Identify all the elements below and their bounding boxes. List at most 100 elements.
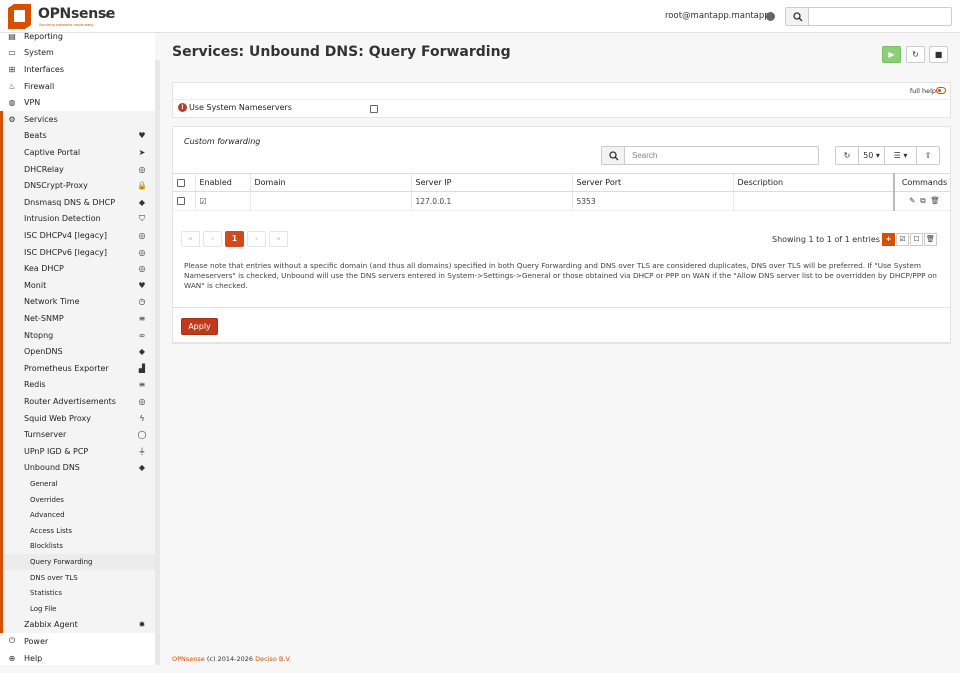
column-header: Commands: [893, 173, 950, 192]
target-icon: ◎: [138, 247, 146, 257]
sidebar-item-redis[interactable]: Redis ≡: [0, 376, 155, 394]
apply-button[interactable]: Apply: [181, 318, 218, 335]
column-header[interactable]: Description: [732, 173, 894, 192]
sidebar-item-upnp-igd-pcp[interactable]: UPnP IGD & PCP ⏚: [0, 443, 155, 460]
sidebar-item-access-lists[interactable]: Access Lists: [0, 523, 155, 539]
sidebar-item-general[interactable]: General: [0, 476, 155, 492]
sidebar-item-isc-dhcpv6-legacy[interactable]: ISC DHCPv6 [legacy] ◎: [0, 243, 155, 261]
enable-selected-icon[interactable]: ☑: [896, 233, 909, 246]
sidebar-item-query-forwarding[interactable]: Query Forwarding: [0, 554, 155, 570]
column-header[interactable]: Server Port: [571, 173, 733, 192]
refresh-icon[interactable]: ↻: [835, 146, 859, 165]
copy-icon[interactable]: ⧉: [920, 196, 925, 205]
column-header[interactable]: Domain: [249, 173, 411, 192]
sidebar-item-prometheus-exporter[interactable]: Prometheus Exporter ▟: [0, 360, 155, 377]
sidebar-item-ntopng[interactable]: Ntopng ∞: [0, 326, 155, 344]
use-system-nameservers-checkbox[interactable]: [370, 105, 378, 113]
restart-service-button[interactable]: ↻: [906, 46, 925, 63]
sidebar-item-zabbix-agent[interactable]: Zabbix Agent ✹: [0, 616, 155, 634]
sidebar-item-captive-portal[interactable]: Captive Portal ➤: [0, 144, 155, 161]
row-select-checkbox[interactable]: [177, 197, 185, 205]
sidebar-item-services[interactable]: Services ⚙: [0, 111, 155, 128]
sidebar-item-label: Network Time: [24, 297, 80, 307]
sidebar-item-power[interactable]: Power ⏻: [0, 633, 155, 650]
export-icon[interactable]: ⇪: [916, 146, 940, 165]
row-select-cell: [173, 191, 195, 211]
next-page-button[interactable]: ›: [247, 231, 266, 247]
sidebar-item-label: Advanced: [30, 511, 65, 520]
sidebar-item-vpn[interactable]: VPN ◍: [0, 94, 155, 111]
sidebar-item-unbound-dns[interactable]: Unbound DNS ◆: [0, 459, 155, 477]
server-port-cell: 5353: [571, 191, 733, 211]
heartbeat-icon: ♥: [138, 280, 146, 290]
search-icon[interactable]: [785, 7, 809, 26]
table-row[interactable]: ☑ 127.0.0.1 5353 ✎ ⧉ 🗑: [173, 191, 950, 211]
column-header[interactable]: Server IP: [410, 173, 572, 192]
sidebar-item-label: Captive Portal: [24, 147, 81, 157]
sidebar-item-network-time[interactable]: Network Time ◷: [0, 293, 155, 311]
prev-page-button[interactable]: ‹: [203, 231, 222, 247]
first-page-button[interactable]: «: [181, 231, 200, 247]
table-header-row: Enabled Domain Server IP Server Port Des…: [173, 173, 950, 192]
start-service-button[interactable]: ▶: [882, 46, 901, 63]
columns-dropdown[interactable]: ☰ ▾: [884, 146, 917, 165]
sidebar-item-beats[interactable]: Beats ♥: [0, 127, 155, 145]
disable-selected-icon[interactable]: ☐: [910, 233, 923, 246]
sidebar-item-firewall[interactable]: Firewall ♨: [0, 78, 155, 95]
sidebar-item-system[interactable]: System ▭: [0, 45, 155, 62]
sidebar-item-dnsmasq-dns-dhcp[interactable]: Dnsmasq DNS & DHCP ◆: [0, 194, 155, 211]
sidebar-item-router-advertisements[interactable]: Router Advertisements ◎: [0, 393, 155, 410]
sidebar-item-statistics[interactable]: Statistics: [0, 585, 155, 601]
full-help-toggle[interactable]: [936, 87, 946, 94]
sidebar-item-net-snmp[interactable]: Net-SNMP ≡: [0, 310, 155, 327]
sidebar-item-reporting[interactable]: Reporting ▤: [0, 33, 155, 45]
sidebar-item-squid-web-proxy[interactable]: Squid Web Proxy ϟ: [0, 409, 155, 427]
section-title: Custom forwarding: [184, 137, 261, 146]
sidebar-item-label: Blocklists: [30, 542, 63, 551]
grid-search-input[interactable]: [624, 146, 819, 165]
sidebar-item-dhcrelay[interactable]: DHCRelay ◎: [0, 160, 155, 178]
sidebar-item-help[interactable]: Help ⊕: [0, 650, 155, 665]
sidebar-item-log-file[interactable]: Log File: [0, 601, 155, 617]
user-menu[interactable]: root@mantapp.mantapp: [665, 11, 770, 21]
global-search-input[interactable]: [808, 7, 952, 26]
enabled-check-icon[interactable]: ☑: [200, 197, 207, 206]
page-1-button[interactable]: 1: [225, 231, 244, 247]
area-chart-icon: ▟: [138, 363, 146, 373]
sidebar-item-monit[interactable]: Monit ♥: [0, 277, 155, 294]
sitemap-icon: ⊞: [8, 64, 16, 74]
sidebar-item-dnscrypt-proxy[interactable]: DNSCrypt-Proxy 🔒: [0, 177, 155, 194]
sidebar-item-isc-dhcpv4-legacy[interactable]: ISC DHCPv4 [legacy] ◎: [0, 227, 155, 244]
info-icon[interactable]: !: [178, 103, 187, 112]
sidebar-item-turnserver[interactable]: Turnserver ◯: [0, 426, 155, 443]
footer-brand-link[interactable]: OPNsense: [172, 655, 205, 663]
footer-company-link[interactable]: Deciso B.V.: [255, 655, 291, 663]
page-size-dropdown[interactable]: 50 ▾: [858, 146, 885, 165]
sidebar-item-kea-dhcp[interactable]: Kea DHCP ◎: [0, 260, 155, 277]
delete-icon[interactable]: 🗑: [930, 196, 940, 205]
stop-service-button[interactable]: ■: [929, 46, 948, 63]
sidebar-item-overrides[interactable]: Overrides: [0, 491, 155, 508]
sidebar-item-label: OpenDNS: [24, 347, 63, 357]
sidebar-item-label: Access Lists: [30, 526, 73, 535]
sidebar-item-opendns[interactable]: OpenDNS ◆: [0, 343, 155, 360]
delete-selected-icon[interactable]: 🗑: [924, 233, 937, 246]
search-icon[interactable]: [601, 146, 625, 165]
commands-cell: ✎ ⧉ 🗑: [893, 191, 950, 211]
sidebar-scrollbar[interactable]: [155, 60, 160, 665]
shield-icon: ⛉: [139, 213, 145, 223]
opnsense-logo[interactable]: OPNsense Securing networks made easy: [6, 3, 115, 30]
sidebar-item-intrusion-detection[interactable]: Intrusion Detection ⛉: [0, 210, 155, 228]
select-all-checkbox[interactable]: [177, 178, 185, 187]
sidebar-item-blocklists[interactable]: Blocklists: [0, 538, 155, 555]
last-page-button[interactable]: »: [269, 231, 288, 247]
sidebar-item-dns-over-tls[interactable]: DNS over TLS: [0, 569, 155, 586]
system-status-icon[interactable]: [766, 12, 775, 21]
edit-icon[interactable]: ✎: [909, 196, 915, 205]
tags-icon: ◆: [138, 463, 146, 473]
collapse-sidebar-icon[interactable]: ‹: [104, 9, 109, 23]
sidebar-item-advanced[interactable]: Advanced: [0, 507, 155, 523]
column-header[interactable]: Enabled: [194, 173, 250, 192]
add-icon[interactable]: +: [882, 233, 895, 246]
sidebar-item-interfaces[interactable]: Interfaces ⊞: [0, 61, 155, 78]
